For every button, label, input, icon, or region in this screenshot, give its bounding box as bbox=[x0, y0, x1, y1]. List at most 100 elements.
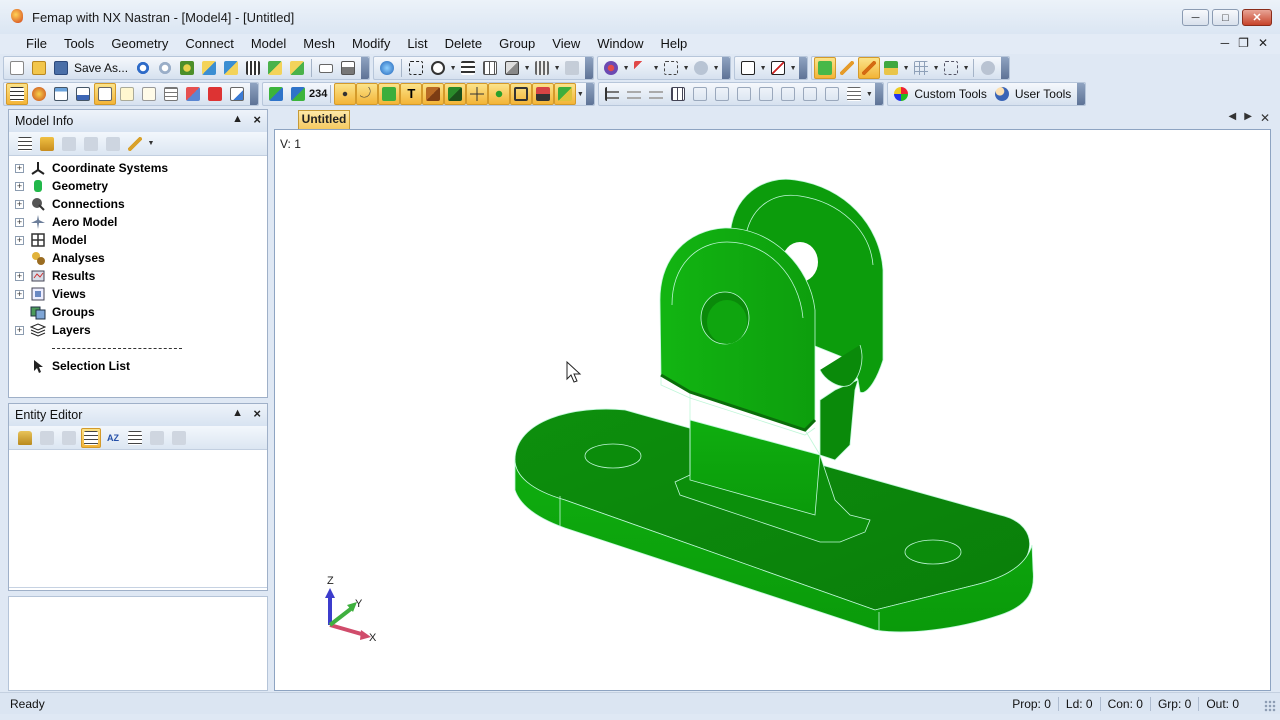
pencil-icon[interactable] bbox=[836, 57, 858, 79]
rebuild-button[interactable] bbox=[176, 57, 198, 79]
align-right-icon[interactable] bbox=[645, 83, 667, 105]
select-box-icon[interactable] bbox=[405, 57, 427, 79]
close-button[interactable]: ✕ bbox=[1242, 9, 1272, 26]
tree-item-groups[interactable]: Groups bbox=[9, 303, 267, 321]
save-as-button[interactable]: Save As... bbox=[72, 61, 132, 75]
analysis-button[interactable] bbox=[242, 57, 264, 79]
menu-window[interactable]: Window bbox=[588, 34, 651, 54]
select-region-icon[interactable] bbox=[660, 57, 682, 79]
filter-icon[interactable] bbox=[59, 134, 79, 154]
paint-dropdown-icon[interactable]: ▼ bbox=[902, 65, 910, 72]
menu-tools[interactable]: Tools bbox=[55, 34, 102, 54]
align-center-icon[interactable] bbox=[623, 83, 645, 105]
custom-tools-icon[interactable] bbox=[890, 83, 912, 105]
pane-options-icon[interactable] bbox=[204, 83, 226, 105]
tab-prev-icon[interactable]: ◀ bbox=[1229, 111, 1237, 125]
new-file-button[interactable] bbox=[6, 57, 28, 79]
list-options-icon[interactable] bbox=[843, 83, 865, 105]
zoom-dropdown-icon[interactable]: ▼ bbox=[449, 65, 457, 72]
mesh-surface-icon[interactable] bbox=[265, 83, 287, 105]
menu-model[interactable]: Model bbox=[242, 34, 294, 54]
edit-pencil-icon[interactable] bbox=[125, 134, 145, 154]
workplane-icon[interactable] bbox=[940, 57, 962, 79]
web-link-icon[interactable] bbox=[376, 57, 398, 79]
menu-geometry[interactable]: Geometry bbox=[102, 34, 176, 54]
expand-icon[interactable]: + bbox=[15, 325, 24, 335]
grid-layout-icon[interactable] bbox=[667, 83, 689, 105]
user-tools-icon[interactable] bbox=[991, 83, 1013, 105]
menu-help[interactable]: Help bbox=[651, 34, 695, 54]
zoom-icon[interactable] bbox=[427, 57, 449, 79]
render-options-icon[interactable] bbox=[531, 57, 553, 79]
lock-icon[interactable] bbox=[15, 428, 35, 448]
open-model-icon[interactable] bbox=[37, 134, 57, 154]
workplane-dropdown-icon[interactable]: ▼ bbox=[962, 65, 970, 72]
print-button[interactable] bbox=[337, 57, 359, 79]
solid-icon[interactable] bbox=[422, 83, 445, 105]
tab-next-icon[interactable]: ▶ bbox=[1244, 111, 1252, 125]
constraint-icon[interactable] bbox=[554, 83, 577, 105]
tree-view-icon[interactable] bbox=[457, 57, 479, 79]
entity-count-button[interactable]: 234 bbox=[309, 88, 327, 100]
redo-button[interactable] bbox=[154, 57, 176, 79]
maximize-button[interactable]: □ bbox=[1212, 9, 1239, 26]
refresh-icon[interactable] bbox=[59, 428, 79, 448]
expand-icon[interactable]: + bbox=[15, 181, 24, 191]
minimize-button[interactable]: ─ bbox=[1182, 9, 1209, 26]
select-region-dropdown-icon[interactable]: ▼ bbox=[682, 65, 690, 72]
graphics-viewport[interactable]: V: 1 Z Y X bbox=[274, 129, 1271, 691]
categorized-icon[interactable] bbox=[81, 427, 101, 448]
view-options-icon[interactable] bbox=[767, 57, 789, 79]
copy-icon[interactable] bbox=[37, 428, 57, 448]
connection-editor-icon[interactable] bbox=[182, 83, 204, 105]
page-setup-button[interactable] bbox=[315, 57, 337, 79]
tree-item-model[interactable]: + Model bbox=[9, 231, 267, 249]
menu-group[interactable]: Group bbox=[490, 34, 543, 54]
node-icon[interactable] bbox=[488, 83, 511, 105]
entity-editor-grid[interactable] bbox=[9, 450, 267, 588]
close-panel-icon[interactable]: × bbox=[253, 112, 261, 127]
close-panel-icon[interactable]: × bbox=[253, 406, 261, 421]
tab-close-icon[interactable]: ✕ bbox=[1260, 111, 1270, 125]
coord-icon[interactable] bbox=[466, 83, 489, 105]
grid-layout-3-icon[interactable] bbox=[711, 83, 733, 105]
meshing-toolbox-icon[interactable] bbox=[28, 83, 50, 105]
tree-item-layers[interactable]: + Layers bbox=[9, 321, 267, 339]
table-icon[interactable] bbox=[160, 83, 182, 105]
sort-alpha-icon[interactable]: AZ bbox=[103, 428, 123, 448]
contract-icon[interactable] bbox=[777, 83, 799, 105]
custom-tools-button[interactable]: Custom Tools bbox=[912, 87, 990, 101]
paint-icon[interactable] bbox=[880, 57, 902, 79]
edit-dropdown-icon[interactable]: ▼ bbox=[147, 140, 155, 147]
menu-file[interactable]: File bbox=[0, 34, 55, 54]
point-icon[interactable] bbox=[334, 83, 357, 105]
curve-icon[interactable] bbox=[356, 83, 379, 105]
element-icon[interactable] bbox=[510, 83, 533, 105]
view-options-dropdown-icon[interactable]: ▼ bbox=[789, 65, 797, 72]
save-button[interactable] bbox=[50, 57, 72, 79]
pencil-active-icon[interactable] bbox=[858, 57, 881, 79]
load-icon[interactable] bbox=[532, 83, 555, 105]
move-up-icon[interactable] bbox=[147, 428, 167, 448]
spread-icon[interactable] bbox=[799, 83, 821, 105]
model-geometry[interactable]: Z Y X bbox=[275, 130, 1271, 691]
expand-all-icon[interactable] bbox=[125, 428, 145, 448]
surface-icon[interactable] bbox=[378, 83, 401, 105]
tree-item-analyses[interactable]: Analyses bbox=[9, 249, 267, 267]
tree-item-aero-model[interactable]: + Aero Model bbox=[9, 213, 267, 231]
pointer-dropdown-icon[interactable]: ▼ bbox=[652, 65, 660, 72]
cancel-icon[interactable] bbox=[977, 57, 999, 79]
menu-connect[interactable]: Connect bbox=[176, 34, 241, 54]
resize-grip-icon[interactable] bbox=[1264, 700, 1276, 712]
tree-item-coordinate-systems[interactable]: + Coordinate Systems bbox=[9, 159, 267, 177]
open-file-button[interactable] bbox=[28, 57, 50, 79]
menu-mesh[interactable]: Mesh bbox=[294, 34, 343, 54]
cube-view-icon[interactable] bbox=[501, 57, 523, 79]
grid-icon[interactable] bbox=[910, 57, 932, 79]
expand-icon[interactable]: + bbox=[15, 271, 24, 281]
move-up-icon[interactable] bbox=[81, 134, 101, 154]
mdi-close-button[interactable]: ✕ bbox=[1258, 36, 1268, 50]
pointer-icon[interactable] bbox=[630, 57, 652, 79]
grid-layout-4-icon[interactable] bbox=[733, 83, 755, 105]
mesh-import-button[interactable] bbox=[264, 57, 286, 79]
